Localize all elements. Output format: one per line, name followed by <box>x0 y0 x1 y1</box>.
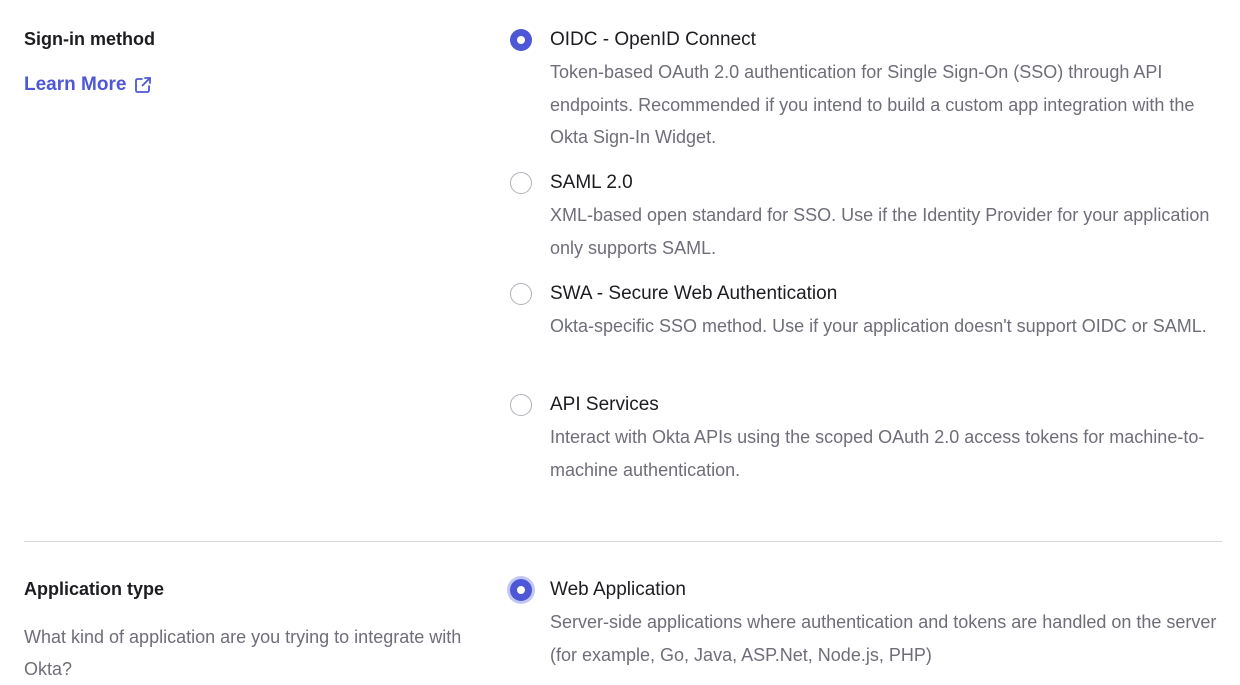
option-description: Token-based OAuth 2.0 authentication for… <box>550 62 1195 147</box>
option-label: Web Application <box>550 579 686 600</box>
radio-api-services[interactable] <box>510 394 532 416</box>
option-label: SWA - Secure Web Authentication <box>550 283 838 304</box>
option-description: XML-based open standard for SSO. Use if … <box>550 205 1210 258</box>
radio-saml[interactable] <box>510 172 532 194</box>
radio-oidc[interactable] <box>510 29 532 51</box>
radio-web-application[interactable] <box>510 579 532 601</box>
option-label: SAML 2.0 <box>550 172 633 193</box>
section-divider <box>24 541 1222 542</box>
option-description: Interact with Okta APIs using the scoped… <box>550 427 1205 480</box>
radio-swa[interactable] <box>510 283 532 305</box>
learn-more-link[interactable]: Learn More <box>24 74 152 96</box>
application-type-title: Application type <box>24 579 165 599</box>
learn-more-label: Learn More <box>24 74 127 95</box>
option-description: Server-side applications where authentic… <box>550 612 1217 665</box>
option-description: Okta-specific SSO method. Use if your ap… <box>550 316 1207 336</box>
external-link-icon <box>134 76 152 94</box>
option-label: API Services <box>550 394 659 415</box>
option-label: OIDC - OpenID Connect <box>550 29 756 50</box>
application-type-description: What kind of application are you trying … <box>24 627 462 679</box>
signin-method-title: Sign-in method <box>24 29 155 49</box>
